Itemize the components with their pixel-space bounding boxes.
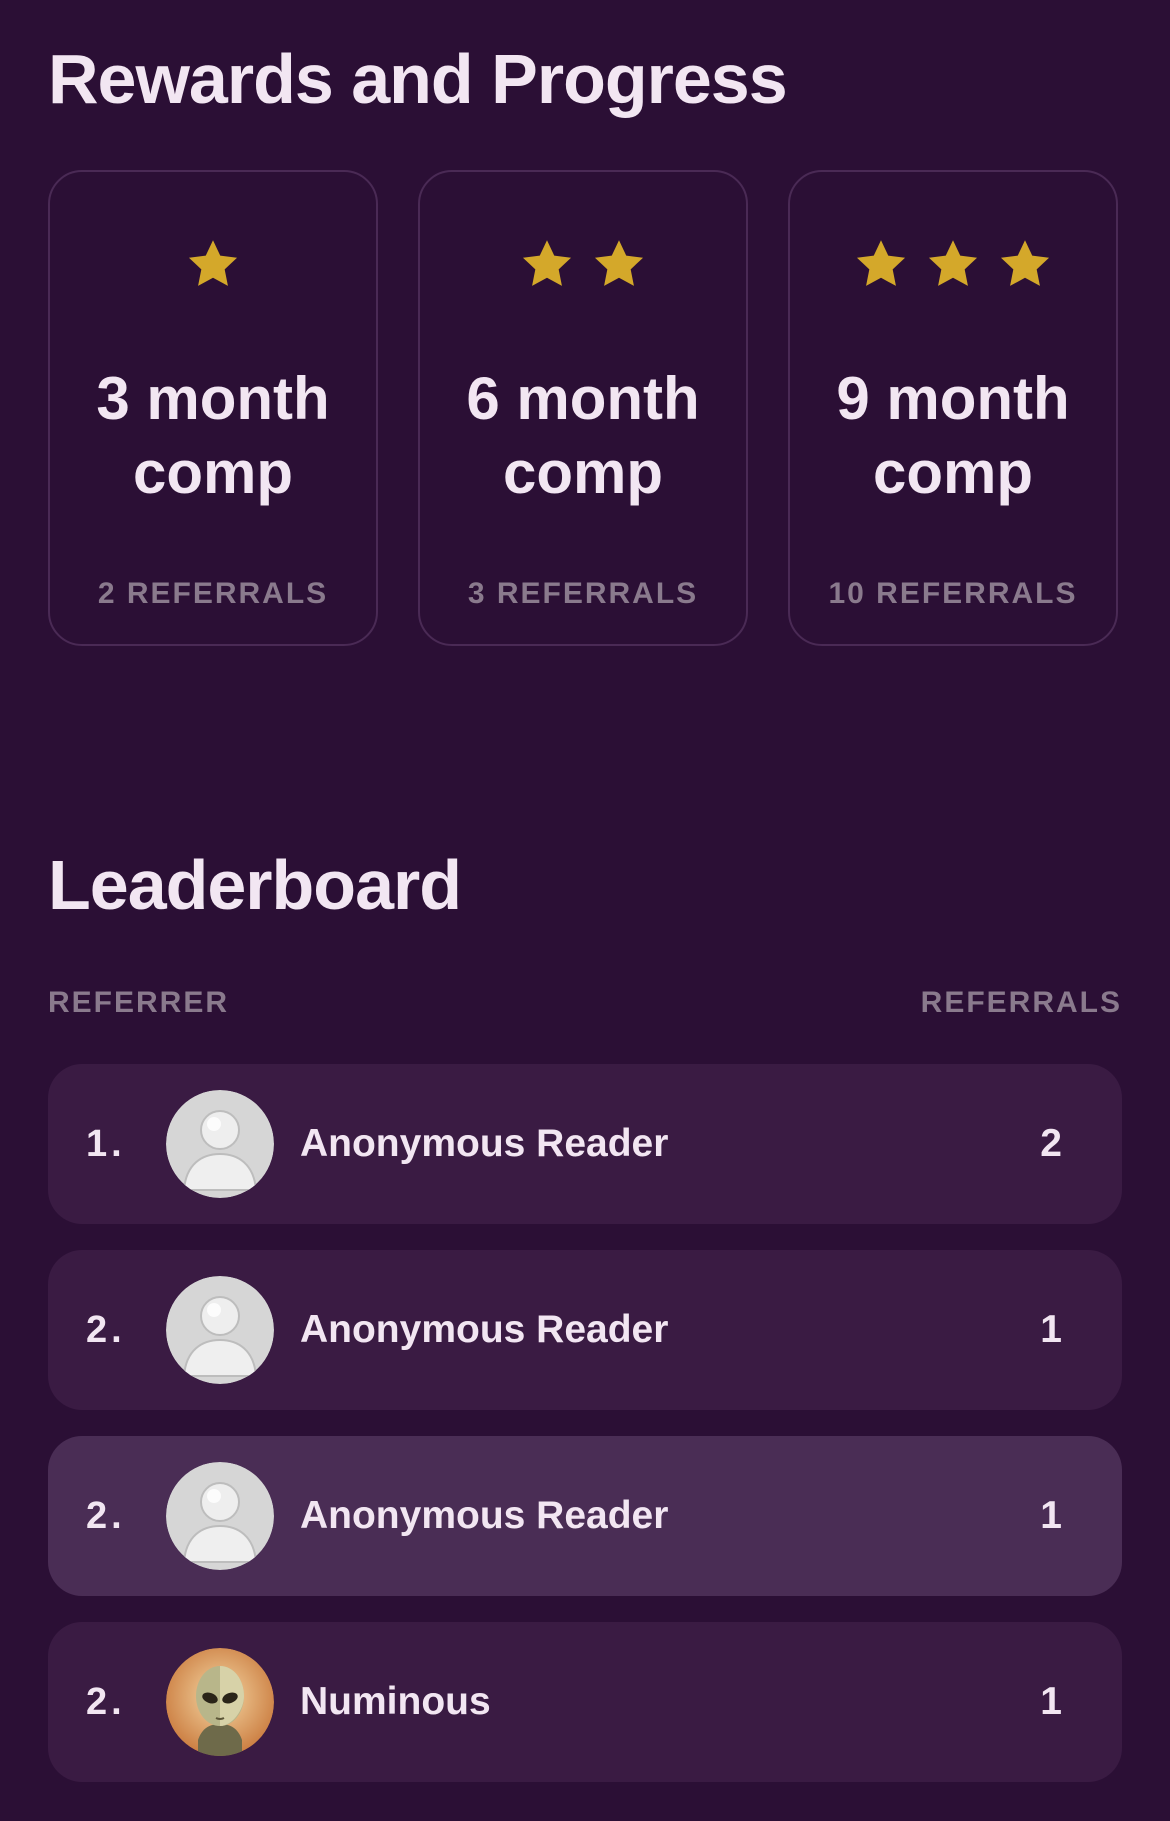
referrer-name: Anonymous Reader xyxy=(300,1122,669,1165)
star-rating xyxy=(420,236,746,296)
leaderboard-title: Leaderboard xyxy=(48,846,462,924)
star-icon xyxy=(188,240,238,286)
referral-requirement: 3 REFERRALS xyxy=(467,577,699,610)
reward-label: 9 month comp xyxy=(836,365,1070,506)
default-avatar-icon xyxy=(166,1090,274,1198)
referrer-name: Numinous xyxy=(300,1680,491,1723)
star-rating xyxy=(790,236,1116,296)
column-header-referrals: REFERRALS xyxy=(920,986,1122,1019)
referral-count: 1 xyxy=(1040,1680,1062,1723)
reward-card-tier-1: 3 month comp 2 REFERRALS xyxy=(48,170,378,646)
alien-avatar-icon xyxy=(166,1648,274,1756)
star-rating xyxy=(50,236,376,296)
column-header-referrer: REFERRER xyxy=(48,986,230,1019)
leaderboard-row-highlighted[interactable]: 2. Anonymous Reader 1 xyxy=(48,1436,1122,1596)
reward-card-tier-2: 6 month comp 3 REFERRALS xyxy=(418,170,748,646)
reward-label: 6 month comp xyxy=(466,365,700,506)
leaderboard-row[interactable]: 2. Numinous 1 xyxy=(48,1622,1122,1782)
star-icon xyxy=(856,240,906,286)
referral-requirement: 2 REFERRALS xyxy=(97,577,329,610)
rank: 2. xyxy=(86,1309,126,1351)
star-icon xyxy=(928,240,978,286)
rewards-title: Rewards and Progress xyxy=(48,40,788,118)
leaderboard-row[interactable]: 2. Anonymous Reader 1 xyxy=(48,1250,1122,1410)
star-icon xyxy=(1000,240,1050,286)
referral-count: 2 xyxy=(1040,1122,1062,1165)
star-icon xyxy=(522,240,572,286)
reward-label: 3 month comp xyxy=(96,365,330,506)
referral-count: 1 xyxy=(1040,1308,1062,1351)
reward-card-tier-3: 9 month comp 10 REFERRALS xyxy=(788,170,1118,646)
default-avatar-icon xyxy=(166,1276,274,1384)
referral-count: 1 xyxy=(1040,1494,1062,1537)
referrer-name: Anonymous Reader xyxy=(300,1308,669,1351)
referrer-name: Anonymous Reader xyxy=(300,1494,669,1537)
rank: 1. xyxy=(86,1123,126,1165)
leaderboard-row[interactable]: 1. Anonymous Reader 2 xyxy=(48,1064,1122,1224)
reward-tiers: 3 month comp 2 REFERRALS 6 month comp 3 … xyxy=(48,170,1122,648)
star-icon xyxy=(594,240,644,286)
rank: 2. xyxy=(86,1681,126,1723)
rank: 2. xyxy=(86,1495,126,1537)
default-avatar-icon xyxy=(166,1462,274,1570)
referral-requirement: 10 REFERRALS xyxy=(828,577,1078,610)
